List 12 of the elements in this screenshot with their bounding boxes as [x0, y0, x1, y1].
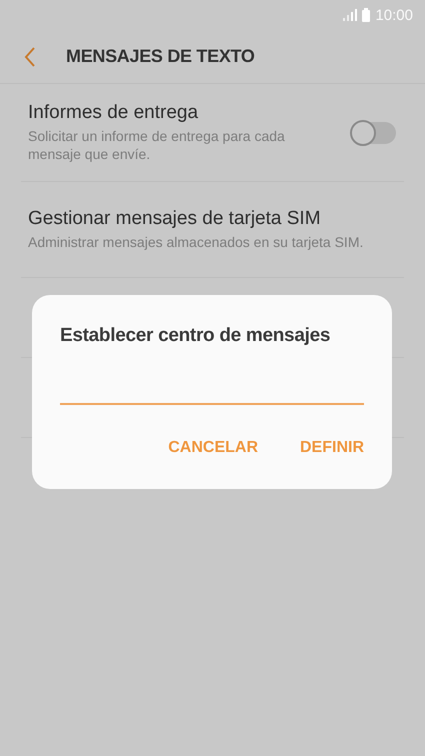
setting-row[interactable]: Gestionar mensajes de tarjeta SIM Administrar mensajes almacenados en su tarjeta SIM. [21, 182, 404, 278]
setting-row[interactable]: Informes de entrega Solicitar un informe de entrega para cada mensaje que envíe. [21, 84, 404, 182]
toggle-switch[interactable] [352, 122, 396, 144]
setting-title: Gestionar mensajes de tarjeta SIM [28, 208, 322, 230]
setting-description: Solicitar un informe de entrega para cada mensaje que envíe. [28, 127, 286, 163]
setting-description: Administrar mensajes almacenados en su tarjeta SIM. [28, 233, 364, 251]
signal-icon [343, 9, 358, 21]
page-title: MENSAJES DE TEXTO [66, 46, 255, 67]
dialog-title: Establecer centro de mensajes [60, 325, 332, 347]
back-icon [24, 46, 36, 66]
setting-title: Informes de entrega [28, 102, 200, 124]
battery-icon [362, 8, 370, 22]
